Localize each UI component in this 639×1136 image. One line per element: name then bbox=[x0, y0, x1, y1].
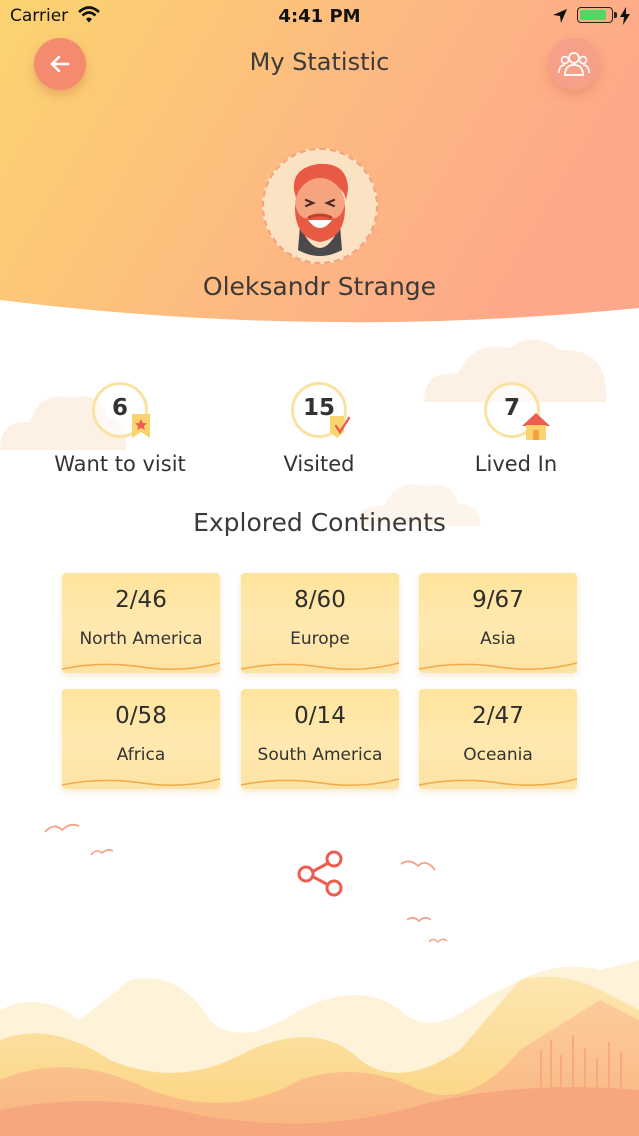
continent-name: Asia bbox=[480, 629, 516, 649]
battery-icon bbox=[577, 7, 613, 23]
bird-decoration bbox=[400, 860, 436, 871]
avatar[interactable] bbox=[262, 148, 378, 264]
card-wave-decoration bbox=[62, 778, 220, 786]
continent-card-africa[interactable]: 0/58 Africa bbox=[62, 689, 220, 789]
bird-decoration bbox=[44, 823, 80, 833]
continent-name: South America bbox=[257, 745, 383, 765]
page-title: My Statistic bbox=[249, 48, 390, 76]
battery-level-fill bbox=[580, 10, 606, 20]
landscape-illustration bbox=[0, 960, 639, 1136]
card-wave-decoration bbox=[241, 662, 399, 670]
clock-time: 4:41 PM bbox=[278, 6, 361, 27]
continent-count: 9/67 bbox=[472, 587, 524, 613]
continent-count: 2/46 bbox=[115, 587, 167, 613]
continent-count: 2/47 bbox=[472, 703, 524, 729]
continent-name: Africa bbox=[116, 745, 166, 765]
continent-count: 0/58 bbox=[115, 703, 167, 729]
explored-continents-title: Explored Continents bbox=[193, 508, 446, 537]
stat-label: Want to visit bbox=[54, 452, 186, 476]
bookmark-star-icon bbox=[132, 414, 150, 438]
badge-check-icon bbox=[330, 416, 351, 438]
stat-label: Visited bbox=[283, 452, 355, 476]
bird-decoration bbox=[90, 849, 114, 856]
share-icon bbox=[297, 850, 343, 897]
friends-button[interactable] bbox=[548, 38, 600, 90]
house-icon bbox=[522, 413, 550, 440]
bearded-man-avatar-icon bbox=[293, 163, 348, 256]
continent-name: Europe bbox=[290, 629, 350, 649]
card-wave-decoration bbox=[419, 778, 577, 786]
people-group-icon bbox=[558, 52, 590, 76]
continent-name: Oceania bbox=[463, 745, 533, 765]
card-wave-decoration bbox=[419, 662, 577, 670]
bird-decoration bbox=[406, 916, 432, 923]
continent-card-north-america[interactable]: 2/46 North America bbox=[62, 573, 220, 673]
charging-bolt-icon bbox=[620, 7, 630, 25]
share-button[interactable] bbox=[294, 848, 346, 900]
continent-card-oceania[interactable]: 2/47 Oceania bbox=[419, 689, 577, 789]
location-arrow-icon bbox=[553, 9, 567, 23]
continent-card-asia[interactable]: 9/67 Asia bbox=[419, 573, 577, 673]
card-wave-decoration bbox=[62, 662, 220, 670]
stat-label: Lived In bbox=[474, 452, 558, 476]
user-name: Oleksandr Strange bbox=[202, 272, 437, 301]
card-wave-decoration bbox=[241, 778, 399, 786]
status-bar: Carrier 4:41 PM bbox=[0, 0, 639, 34]
continent-count: 8/60 bbox=[294, 587, 346, 613]
continent-card-south-america[interactable]: 0/14 South America bbox=[241, 689, 399, 789]
continent-count: 0/14 bbox=[294, 703, 346, 729]
continent-name: North America bbox=[79, 629, 203, 649]
battery-tip bbox=[614, 12, 617, 18]
continent-card-europe[interactable]: 8/60 Europe bbox=[241, 573, 399, 673]
